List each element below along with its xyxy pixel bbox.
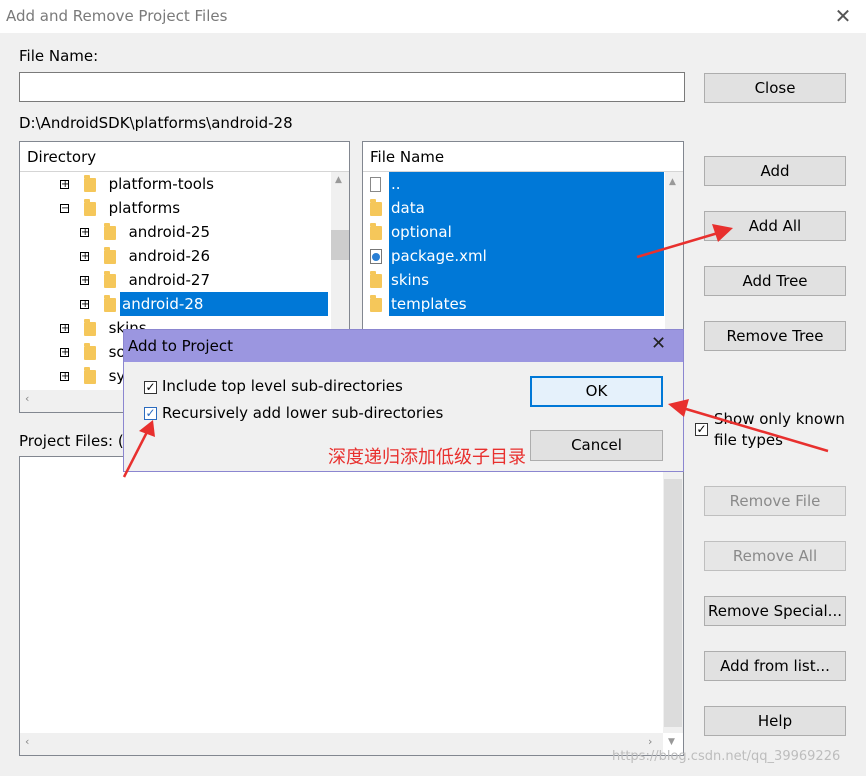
arrow-head xyxy=(712,224,733,242)
arrow-ok xyxy=(685,407,829,453)
watermark: https://blog.csdn.net/qq_39969226 xyxy=(612,749,841,764)
annotation-arrows xyxy=(122,224,829,478)
arrow-add-all xyxy=(636,231,719,259)
arrow-head xyxy=(668,399,689,417)
arrow-recursive xyxy=(122,431,149,478)
